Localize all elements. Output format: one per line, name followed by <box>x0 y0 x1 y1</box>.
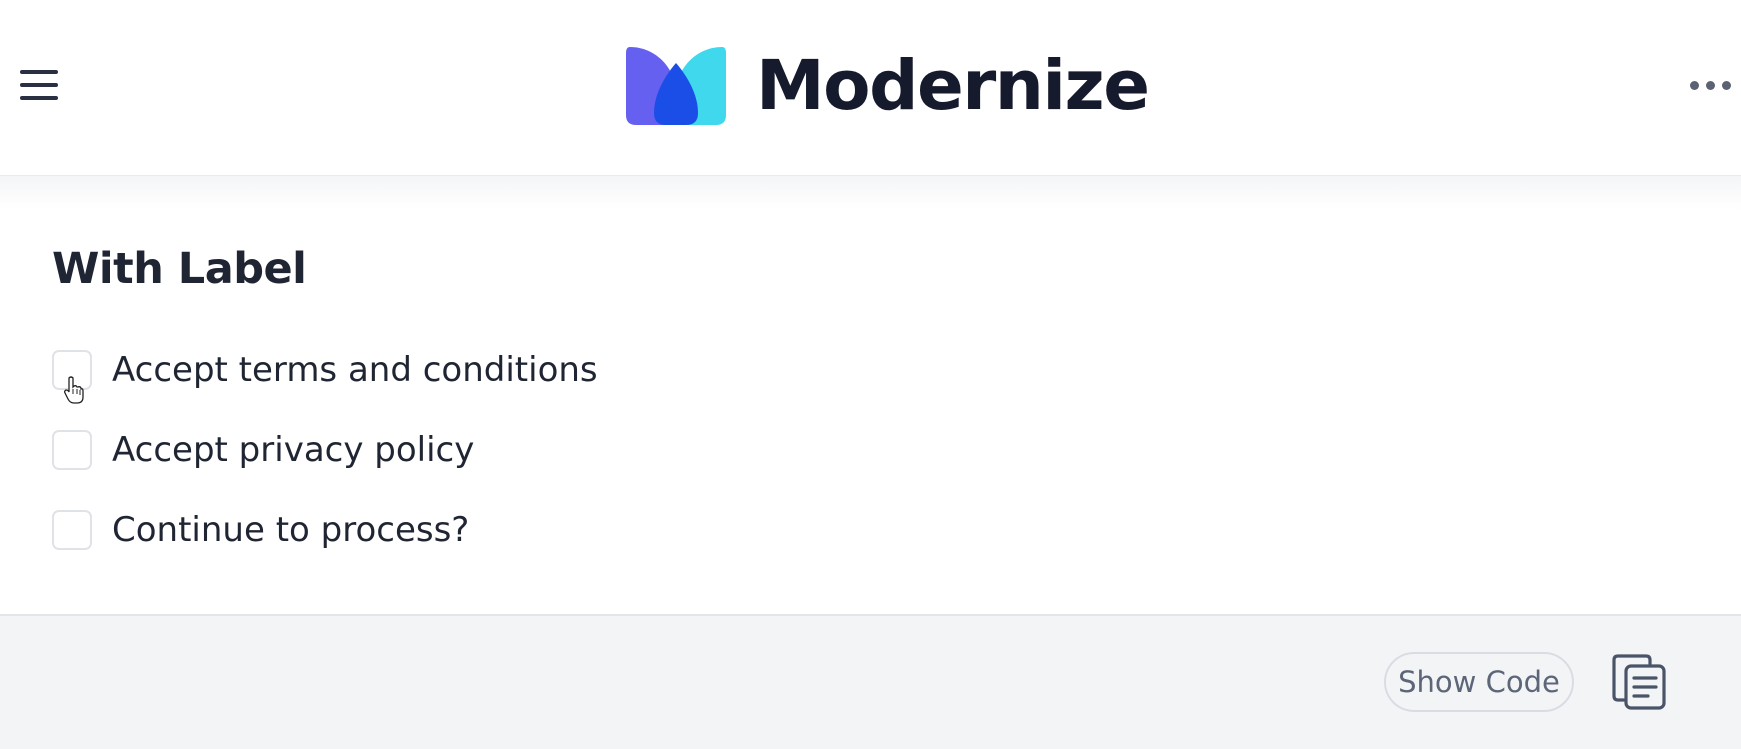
continue-checkbox[interactable] <box>52 510 92 550</box>
card-footer: Show Code <box>0 614 1741 749</box>
modernize-logo-icon <box>626 47 726 125</box>
hamburger-menu-icon-bar <box>20 83 58 87</box>
menu-toggle-button[interactable] <box>14 62 64 108</box>
privacy-checkbox[interactable] <box>52 430 92 470</box>
checkbox-label[interactable]: Accept terms and conditions <box>112 350 598 390</box>
more-horizontal-icon-dot <box>1706 81 1715 90</box>
hamburger-menu-icon-bar <box>20 96 58 100</box>
section-title: With Label <box>52 244 307 294</box>
app-header: Modernize <box>0 0 1741 176</box>
copy-clipboard-icon <box>1612 654 1666 710</box>
checkbox-demo-card: With Label Accept terms and conditions A… <box>0 176 1741 614</box>
checkbox-row-continue[interactable]: Continue to process? <box>52 508 469 552</box>
more-horizontal-icon-dot <box>1722 81 1731 90</box>
hamburger-menu-icon <box>20 70 58 74</box>
terms-checkbox[interactable] <box>52 350 92 390</box>
checkbox-row-terms[interactable]: Accept terms and conditions <box>52 348 598 392</box>
copy-code-button[interactable] <box>1612 654 1670 712</box>
more-options-button[interactable] <box>1686 72 1736 100</box>
brand-name: Modernize <box>756 45 1150 126</box>
brand[interactable]: Modernize <box>626 45 1150 126</box>
checkbox-row-privacy[interactable]: Accept privacy policy <box>52 428 474 472</box>
checkbox-label[interactable]: Continue to process? <box>112 510 469 550</box>
show-code-button[interactable]: Show Code <box>1384 652 1574 712</box>
checkbox-label[interactable]: Accept privacy policy <box>112 430 474 470</box>
more-horizontal-icon <box>1690 81 1699 90</box>
